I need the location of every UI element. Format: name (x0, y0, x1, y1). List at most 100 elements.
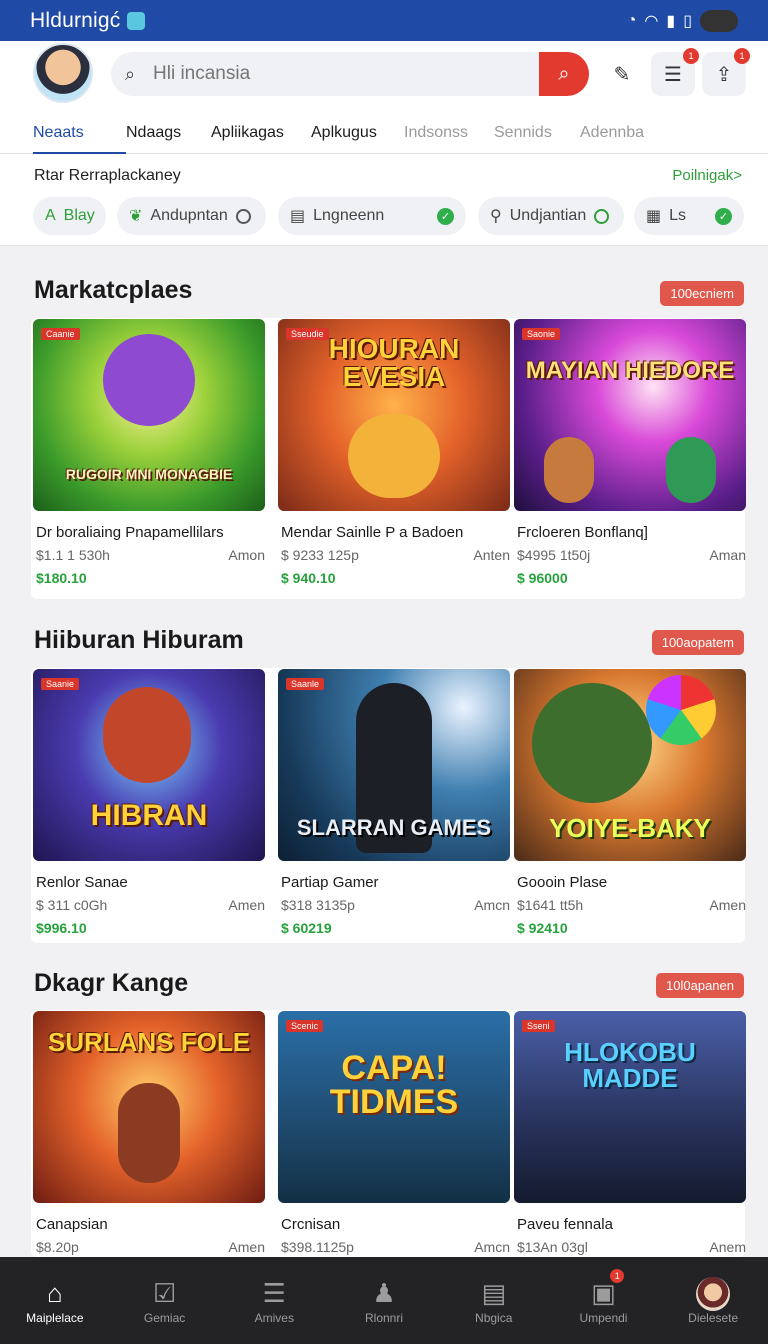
product-tag: Saanle (286, 678, 325, 690)
product-art-title: HIBRAN (90, 799, 208, 832)
filter-chip-blay[interactable]: A Blay (33, 197, 106, 235)
product-card[interactable]: Scenic CAPA! TIDMES Crcnisan $398.1125p A… (278, 1011, 510, 1255)
tab-apliikagas[interactable]: Apliikagas (211, 113, 311, 154)
nav-item-profile[interactable]: Dielesete (658, 1257, 768, 1344)
compose-button[interactable]: ✎ (600, 52, 644, 96)
tab-label: Apliikagas (211, 124, 284, 141)
product-art-title: MAYIAN HIEDORE (525, 357, 735, 384)
product-name: Renlor Sanae (36, 874, 128, 891)
product-thumbnail: SURLANS FOLE (33, 1011, 265, 1203)
product-meta: $318 3135p Amcn (281, 897, 510, 913)
tab-neaats[interactable]: Neaats (33, 113, 126, 155)
product-name: Goooin Plase (517, 874, 608, 891)
tab-adennba[interactable]: Adennba (580, 113, 660, 154)
share-badge: 1 (734, 48, 750, 64)
product-meta: $1641 tt5h Amen (517, 897, 746, 913)
notifications-button[interactable]: ☰ 1 (651, 48, 699, 96)
tab-label: Neaats (33, 124, 84, 141)
product-card[interactable]: SURLANS FOLE Canapsian $8.20p Amen (33, 1011, 265, 1255)
nav-item-games[interactable]: ☑ Gemiac (110, 1257, 220, 1344)
check-icon: ✓ (437, 207, 454, 225)
chip-label: Lngneenn (313, 207, 385, 224)
character-illustration (348, 414, 440, 498)
product-art-title: YOIYE-BAKY (549, 813, 711, 843)
product-seller: Anten (473, 547, 510, 563)
product-art-title: SLARRAN GAMES (296, 815, 492, 840)
filter-chip-ls[interactable]: ▦ Ls ✓ (634, 197, 744, 235)
search-bar: ⌕ ⌕ (111, 52, 589, 96)
product-tag: Saonie (522, 328, 561, 340)
tab-aplkugus[interactable]: Aplkugus (311, 113, 404, 154)
nav-label: Amives (254, 1310, 294, 1325)
section-panel: Saanie HIBRAN Renlor Sanae $ 311 c0Gh Ame… (31, 668, 746, 943)
nav-label: Dielesete (688, 1310, 739, 1325)
product-card[interactable]: Saanle SLARRAN GAMES Partiap Gamer $318 … (278, 669, 510, 936)
product-tag: Saanie (41, 678, 80, 690)
filter-chip-undjantian[interactable]: ⚲ Undjantian (478, 197, 624, 235)
product-thumbnail: Caanie RUGOIR MNI MONAGBIE (33, 319, 265, 511)
product-art-title: HIOURAN EVESIA (328, 333, 460, 392)
section-panel: SURLANS FOLE Canapsian $8.20p Amen Scenic… (31, 1010, 746, 1257)
nav-item-rlonnri[interactable]: ♟ Rlonnri (329, 1257, 439, 1344)
product-meta: $ 9233 125p Anten (281, 547, 510, 563)
product-card[interactable]: Sseni HLOKOBU MADDE Paveu fennala $13An … (514, 1011, 746, 1255)
nav-item-amives[interactable]: ☰ Amives (219, 1257, 329, 1344)
product-card[interactable]: Saanie HIBRAN Renlor Sanae $ 311 c0Gh Ame… (33, 669, 265, 936)
character-illustration (532, 683, 652, 803)
wifi-icon: ◠ (644, 12, 659, 30)
product-card[interactable]: Sseudie HIOURAN EVESIA Mendar Sainlle P … (278, 319, 510, 586)
nav-label: Maiplelace (26, 1310, 84, 1325)
section-title: Hiiburan Hiburam (34, 626, 244, 654)
search-input[interactable] (145, 52, 539, 96)
product-price: $996.10 (36, 920, 87, 936)
tab-sennids[interactable]: Sennids (494, 113, 580, 154)
share-icon: ⇪ (715, 63, 733, 86)
product-name: Dr boraliaing Pnapamellilars (36, 524, 224, 541)
product-seller: Amen (228, 897, 265, 913)
battery-icon: ▯ (683, 12, 692, 30)
product-thumbnail: Sseni HLOKOBU MADDE (514, 1011, 746, 1203)
status-title: Hldurnigć (30, 8, 121, 32)
product-thumbnail: Saonie MAYIAN HIEDORE (514, 319, 746, 511)
product-meta: $1.1 1 530h Amon (36, 547, 265, 563)
grid-icon: ▦ (646, 208, 662, 225)
avatar[interactable] (33, 43, 93, 103)
search-button[interactable]: ⌕ (539, 52, 589, 96)
product-seller: Amon (228, 547, 265, 563)
filter-chip-andupntan[interactable]: ❦ Andupntan (117, 197, 266, 235)
product-name: Mendar Sainlle P a Badoen (281, 524, 464, 541)
nav-item-marketplace[interactable]: ⌂ Maiplelace (0, 1257, 110, 1344)
tab-label: Adennba (580, 124, 645, 141)
signal-icon: ▮ (666, 12, 676, 30)
section-pill[interactable]: 100aopatem (651, 630, 744, 655)
share-button[interactable]: ⇪ 1 (702, 48, 750, 96)
product-card[interactable]: Caanie RUGOIR MNI MONAGBIE Dr boraliaing… (33, 319, 265, 586)
clock-icon: ◔ (626, 11, 637, 29)
product-meta-value: $13An 03gl (517, 1239, 588, 1255)
product-meta-value: $4995 1t50j (517, 547, 591, 563)
list-icon: ☰ (664, 63, 682, 86)
chip-label: Ls (669, 207, 687, 224)
chip-label: Undjantian (509, 207, 587, 224)
tab-indsonss[interactable]: Indsonss (404, 113, 494, 154)
product-meta: $398.1125p Amcn (281, 1239, 510, 1255)
section-title: Markatcplaes (34, 276, 193, 304)
section-pill[interactable]: 10l0apanen (656, 973, 744, 998)
product-card[interactable]: YOIYE-BAKY Goooin Plase $1641 tt5h Amen $… (514, 669, 746, 936)
product-price: $ 96000 (517, 570, 568, 586)
product-tag: Caanie (41, 328, 80, 340)
product-name: Paveu fennala (517, 1216, 613, 1233)
filter-bar: Rtar Rerraplackaney Poilnigak> A Blay ❦ … (0, 154, 768, 246)
product-card[interactable]: Saonie MAYIAN HIEDORE Frcloeren Bonflanq… (514, 319, 746, 586)
status-icons: ◔ ◠ ▮ ▯ (626, 9, 738, 32)
app-header: ⌕ ⌕ ✎ ☰ 1 ⇪ 1 Neaats Ndaags Apliikagas A… (0, 41, 768, 155)
character-illustration (544, 437, 594, 503)
product-name: Frcloeren Bonflanq] (517, 524, 648, 541)
nav-item-umpendi[interactable]: ▣ 1 Umpendi (549, 1257, 659, 1344)
tab-ndaags[interactable]: Ndaags (126, 113, 211, 154)
section-pill[interactable]: 100ecniem (660, 281, 744, 306)
filter-chip-lngneenn[interactable]: ▤ Lngneenn ✓ (278, 197, 466, 235)
see-more-link[interactable]: Poilnigak> (672, 167, 742, 184)
product-thumbnail: YOIYE-BAKY (514, 669, 746, 861)
nav-item-nbgica[interactable]: ▤ Nbgica (439, 1257, 549, 1344)
